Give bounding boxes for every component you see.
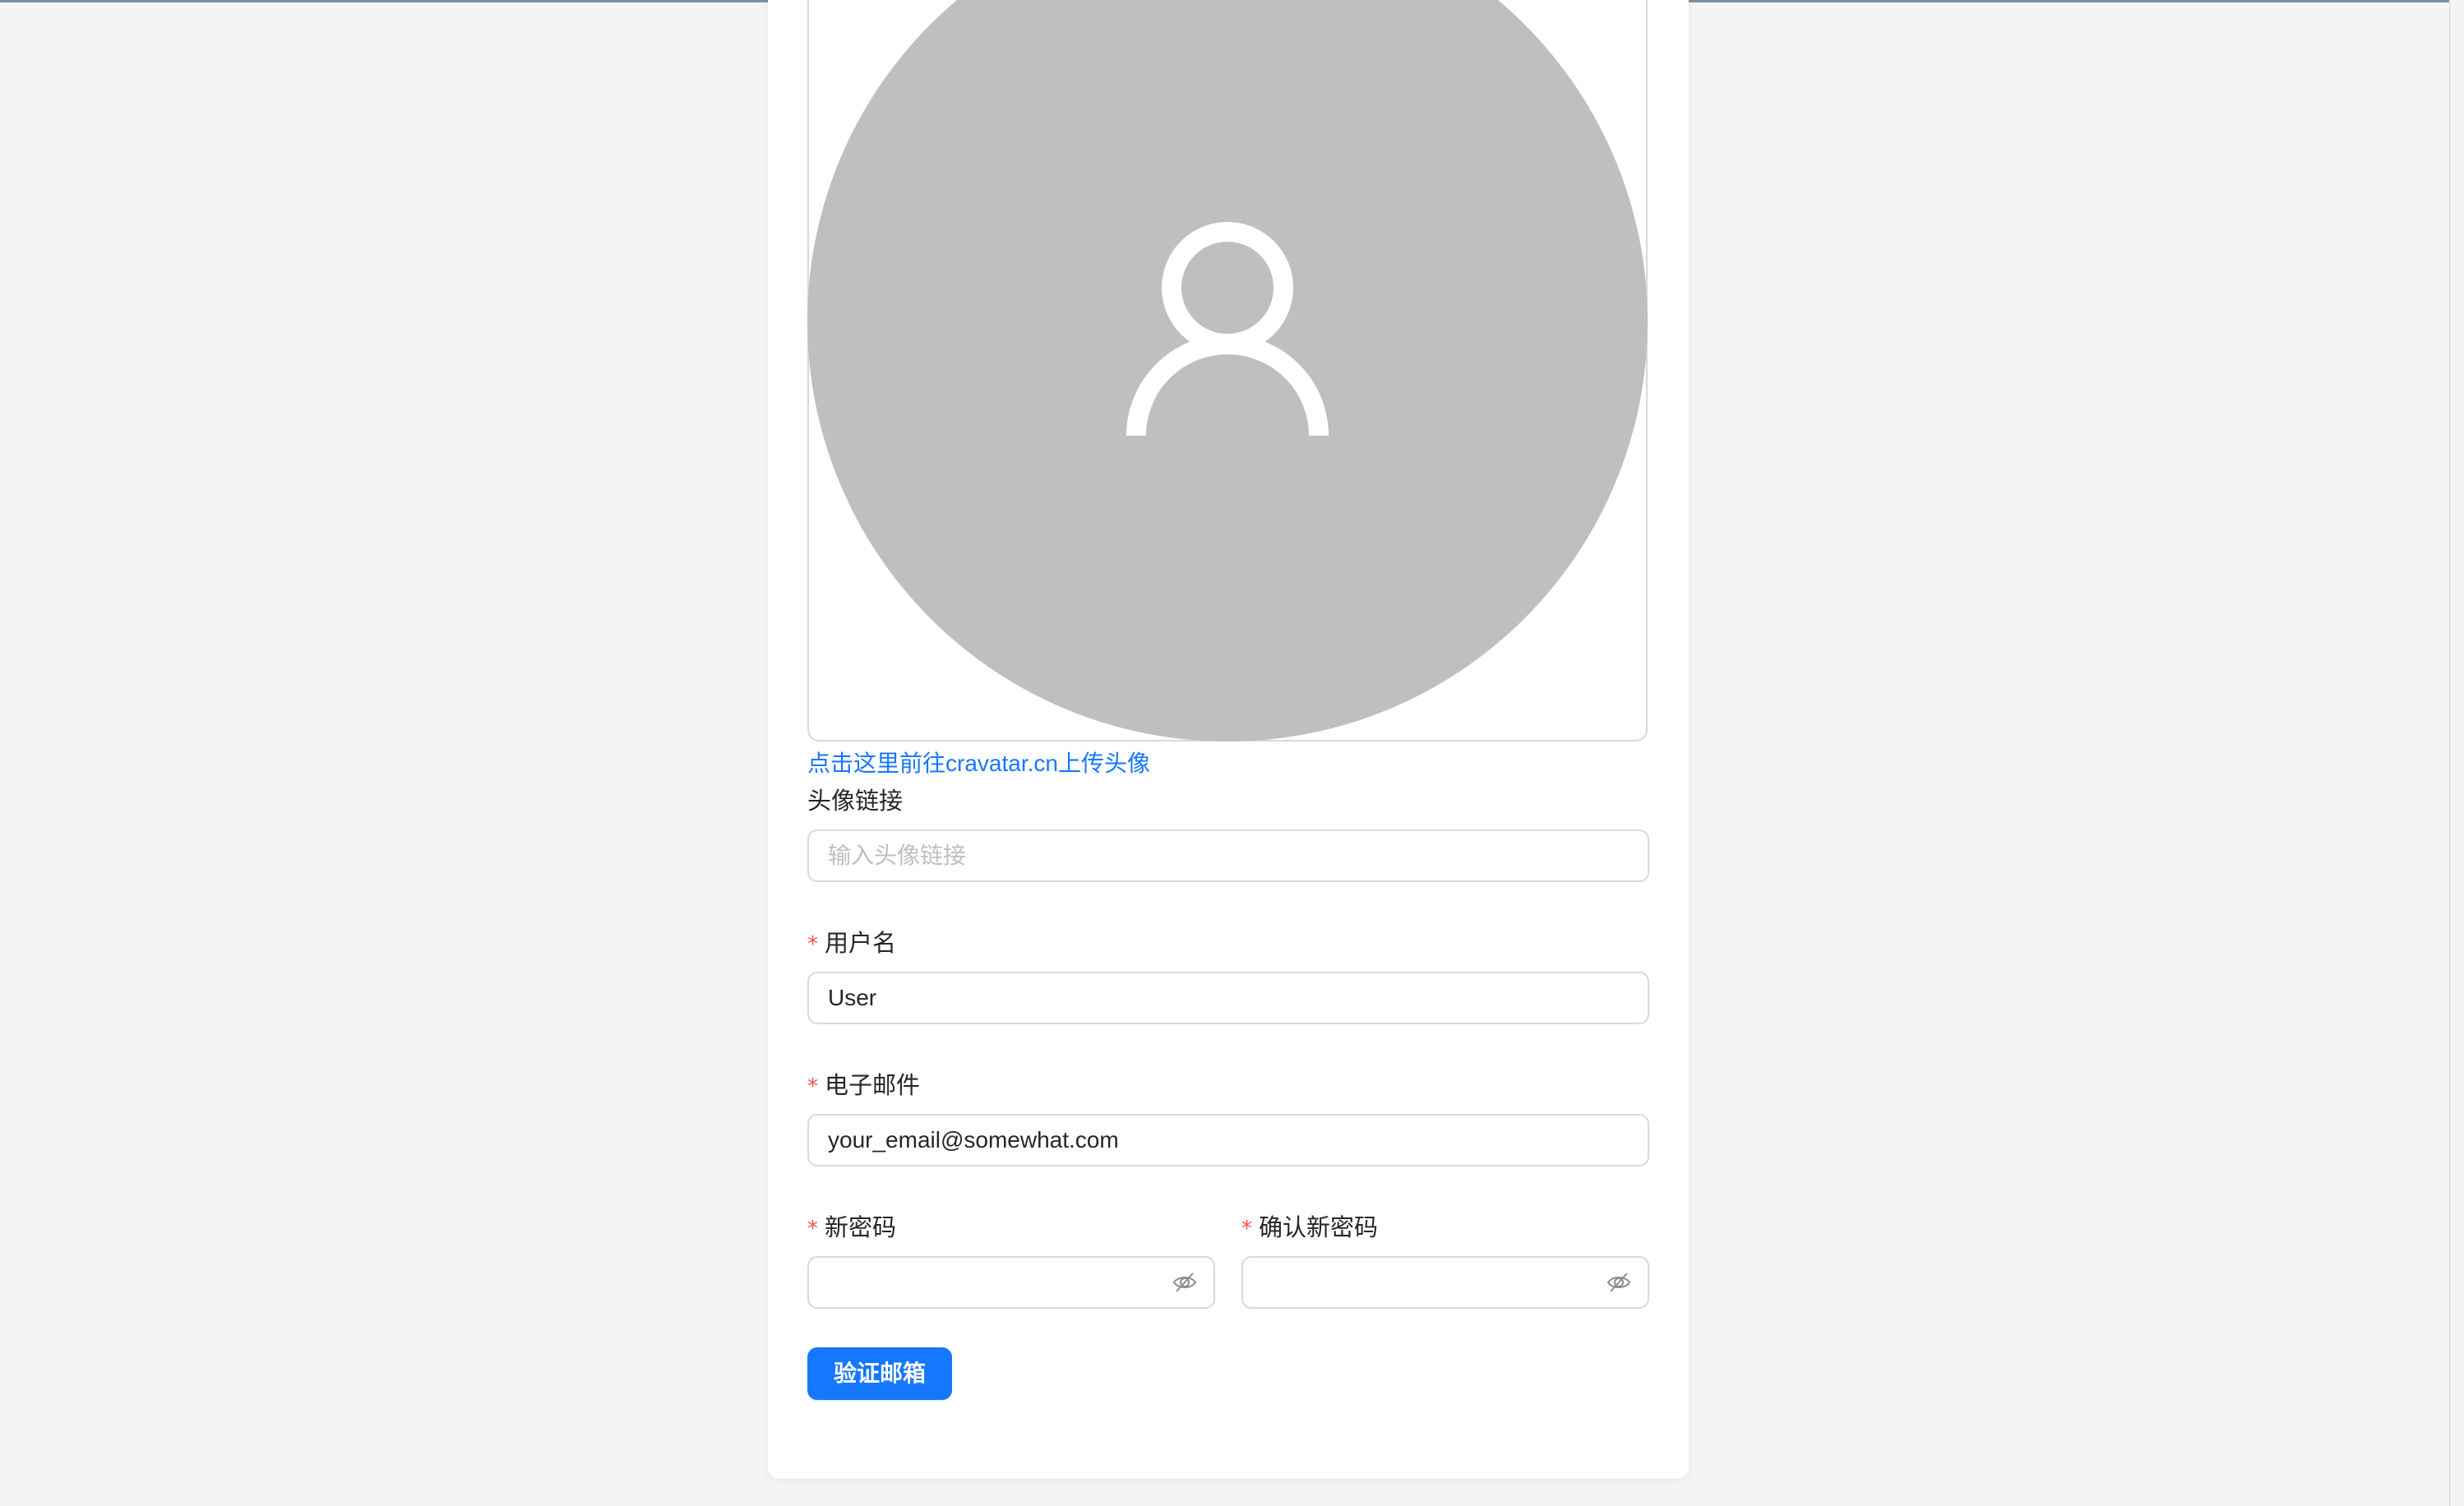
scrollbar[interactable] xyxy=(2449,0,2464,1506)
new-password-label-text: 新密码 xyxy=(825,1215,897,1241)
eye-invisible-icon[interactable] xyxy=(1172,1271,1197,1294)
new-password-label: * 新密码 xyxy=(807,1208,896,1243)
avatar-url-placeholder: 输入头像链接 xyxy=(828,843,967,868)
email-value: your_email@somewhat.com xyxy=(828,1127,1119,1153)
username-input[interactable]: User xyxy=(807,972,1649,1024)
required-mark: * xyxy=(807,1074,818,1099)
required-mark: * xyxy=(807,932,818,957)
confirm-password-label: * 确认新密码 xyxy=(1241,1208,1378,1243)
avatar-url-label-text: 头像链接 xyxy=(807,788,904,815)
username-label-text: 用户名 xyxy=(825,931,897,957)
required-mark: * xyxy=(1241,1217,1252,1241)
username-label: * 用户名 xyxy=(807,924,896,959)
confirm-password-label-text: 确认新密码 xyxy=(1259,1215,1379,1241)
cravatar-upload-link[interactable]: 点击这里前往cravatar.cn上传头像 xyxy=(807,746,1150,778)
avatar-url-input[interactable]: 输入头像链接 xyxy=(807,829,1649,882)
new-password-input[interactable] xyxy=(807,1256,1215,1309)
confirm-password-input[interactable] xyxy=(1241,1256,1649,1309)
email-label-text: 电子邮件 xyxy=(825,1073,921,1099)
email-input[interactable]: your_email@somewhat.com xyxy=(807,1114,1649,1166)
email-label: * 电子邮件 xyxy=(807,1066,920,1101)
username-value: User xyxy=(828,985,877,1010)
required-mark: * xyxy=(807,1217,818,1241)
user-placeholder-icon xyxy=(1126,222,1329,436)
verify-email-button[interactable]: 验证邮箱 xyxy=(807,1347,952,1400)
eye-invisible-icon[interactable] xyxy=(1606,1271,1631,1294)
avatar-url-label: 头像链接 xyxy=(807,782,903,816)
